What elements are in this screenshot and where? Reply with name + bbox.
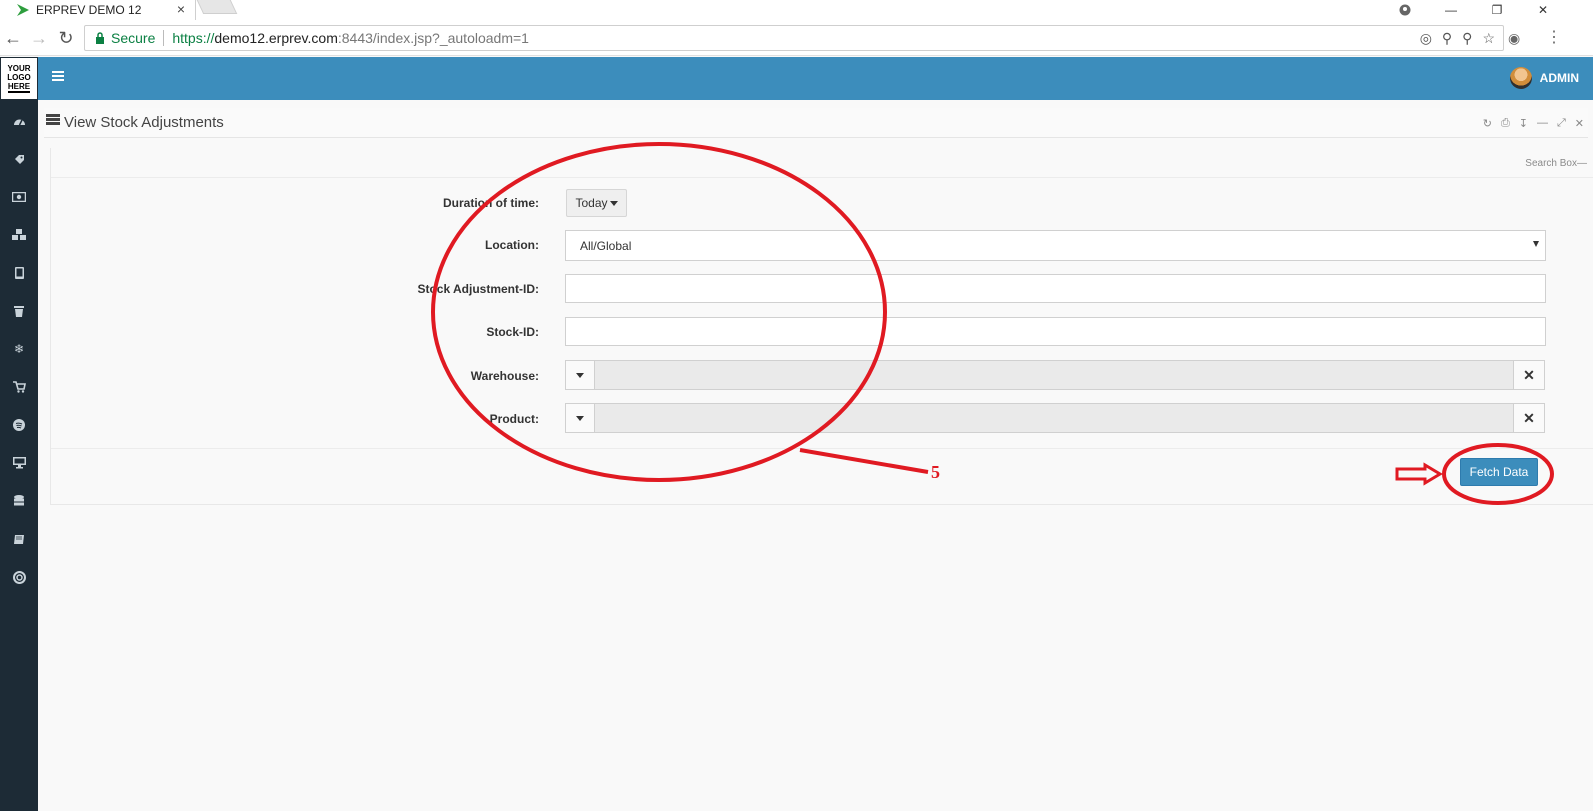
back-icon[interactable]: ←: [2, 27, 24, 49]
warehouse-label: Warehouse:: [470, 369, 539, 383]
tab-close-icon[interactable]: ×: [177, 1, 185, 17]
menu-toggle-icon[interactable]: [52, 71, 64, 81]
search-box-bar: Search Box—: [51, 148, 1593, 178]
stock-id-input[interactable]: [565, 317, 1546, 346]
expand-icon[interactable]: ⤢: [1557, 117, 1566, 130]
url-path: :8443/index.jsp?_autoloadm=1: [337, 30, 529, 46]
logo-line-2: LOGO: [7, 73, 31, 82]
caret-down-icon: [576, 415, 584, 421]
sidebar: YOUR LOGO HERE ❄: [0, 57, 38, 811]
user-name: ADMIN: [1539, 71, 1579, 85]
warehouse-combobox: ✕: [565, 360, 1545, 390]
logo-line-1: YOUR: [7, 64, 31, 73]
panel-header: View Stock Adjustments ↻ ⎙ ↧ — ⤢ ✕: [44, 108, 1588, 138]
spotify-icon[interactable]: [0, 413, 38, 437]
snowflake-icon[interactable]: ❄: [0, 337, 38, 361]
caret-down-icon: [609, 200, 618, 206]
desktop-icon[interactable]: [0, 451, 38, 475]
product-dropdown-button[interactable]: [565, 403, 595, 433]
bookmark-star-icon[interactable]: ☆: [1482, 30, 1495, 47]
duration-label: Duration of time:: [443, 196, 539, 210]
new-tab-button[interactable]: [196, 0, 238, 14]
location-label: Location:: [485, 238, 539, 252]
lock-icon: [96, 32, 104, 44]
panel-close-icon[interactable]: ✕: [1575, 117, 1584, 130]
product-field[interactable]: [594, 403, 1514, 433]
extension-icon[interactable]: ◉: [1508, 30, 1520, 47]
duration-value: Today: [575, 196, 608, 210]
browser-tabbar: ERPREV DEMO 12 × — ❐ ✕: [0, 0, 1593, 20]
logo[interactable]: YOUR LOGO HERE: [0, 57, 38, 100]
browser-menu-icon[interactable]: ⋮: [1546, 27, 1562, 47]
page-title: View Stock Adjustments: [64, 114, 224, 131]
product-clear-icon[interactable]: ✕: [1513, 403, 1545, 433]
print-icon[interactable]: ⎙: [1501, 117, 1510, 130]
fetch-data-button[interactable]: Fetch Data: [1460, 458, 1538, 486]
restore-icon[interactable]: ❐: [1474, 0, 1520, 20]
address-bar[interactable]: Secure https:// demo12.erprev.com :8443/…: [84, 25, 1504, 51]
location-select[interactable]: All/Global: [565, 230, 1546, 261]
omnibox-divider: [163, 30, 165, 46]
annotation-number: 5: [931, 462, 940, 482]
url-protocol: https://: [172, 30, 215, 46]
panel-tools: ↻ ⎙ ↧ — ⤢ ✕: [1483, 117, 1584, 130]
cubes-icon[interactable]: [0, 223, 38, 247]
minimize-icon[interactable]: —: [1428, 0, 1474, 20]
book-icon[interactable]: [0, 527, 38, 551]
duration-dropdown[interactable]: Today: [566, 189, 627, 217]
trash-icon[interactable]: [0, 299, 38, 323]
warehouse-field[interactable]: [594, 360, 1514, 390]
top-navbar: ADMIN: [38, 57, 1593, 100]
erprev-favicon-icon: [17, 4, 29, 16]
dashboard-icon[interactable]: [0, 109, 38, 133]
cart-icon[interactable]: [0, 375, 38, 399]
product-combobox: ✕: [565, 403, 1545, 433]
user-menu[interactable]: ADMIN: [1509, 67, 1579, 89]
caret-down-icon: [576, 372, 584, 378]
search-form-panel: Search Box— Duration of time: Today Loca…: [50, 148, 1593, 505]
search-box-toggle[interactable]: Search Box—: [1525, 158, 1587, 169]
url-host: demo12.erprev.com: [214, 30, 338, 46]
select-arrow-icon: [1533, 241, 1539, 247]
omnibox-actions: ◎ ⚲ ⚲ ☆: [1420, 30, 1495, 47]
logo-line-3: HERE: [7, 82, 31, 93]
search-box-label: Search Box: [1525, 158, 1577, 169]
reload-icon[interactable]: ↻: [55, 27, 77, 49]
location-value: All/Global: [580, 239, 632, 253]
form-actions-divider: [51, 448, 1593, 449]
browser-toolbar: ← → ↻ Secure https:// demo12.erprev.com …: [0, 20, 1593, 56]
money-icon[interactable]: [0, 185, 38, 209]
location-icon[interactable]: ◎: [1420, 30, 1432, 47]
warehouse-clear-icon[interactable]: ✕: [1513, 360, 1545, 390]
zoom-icon[interactable]: ⚲: [1442, 30, 1452, 47]
refresh-icon[interactable]: ↻: [1483, 117, 1492, 130]
window-close-icon[interactable]: ✕: [1520, 0, 1566, 20]
lifebuoy-icon[interactable]: [0, 565, 38, 589]
collapse-icon[interactable]: —: [1537, 117, 1548, 130]
key-icon[interactable]: ⚲: [1462, 30, 1472, 47]
browser-tab[interactable]: ERPREV DEMO 12 ×: [0, 0, 196, 20]
profile-icon[interactable]: [1382, 0, 1428, 20]
product-label: Product:: [489, 412, 539, 426]
stock-adjustment-id-label: Stock Adjustment-ID:: [417, 282, 539, 296]
stock-adjustment-id-input[interactable]: [565, 274, 1546, 303]
avatar: [1509, 67, 1532, 89]
tablet-icon[interactable]: [0, 261, 38, 285]
tab-title: ERPREV DEMO 12: [36, 3, 142, 17]
list-icon: [46, 114, 60, 126]
download-icon[interactable]: ↧: [1519, 117, 1528, 130]
main-content: View Stock Adjustments ↻ ⎙ ↧ — ⤢ ✕ Searc…: [38, 100, 1593, 811]
forward-icon[interactable]: →: [28, 27, 50, 49]
tag-icon[interactable]: [0, 147, 38, 171]
database-icon[interactable]: [0, 489, 38, 513]
secure-label: Secure: [111, 30, 156, 46]
warehouse-dropdown-button[interactable]: [565, 360, 595, 390]
stock-id-label: Stock-ID:: [486, 325, 539, 339]
